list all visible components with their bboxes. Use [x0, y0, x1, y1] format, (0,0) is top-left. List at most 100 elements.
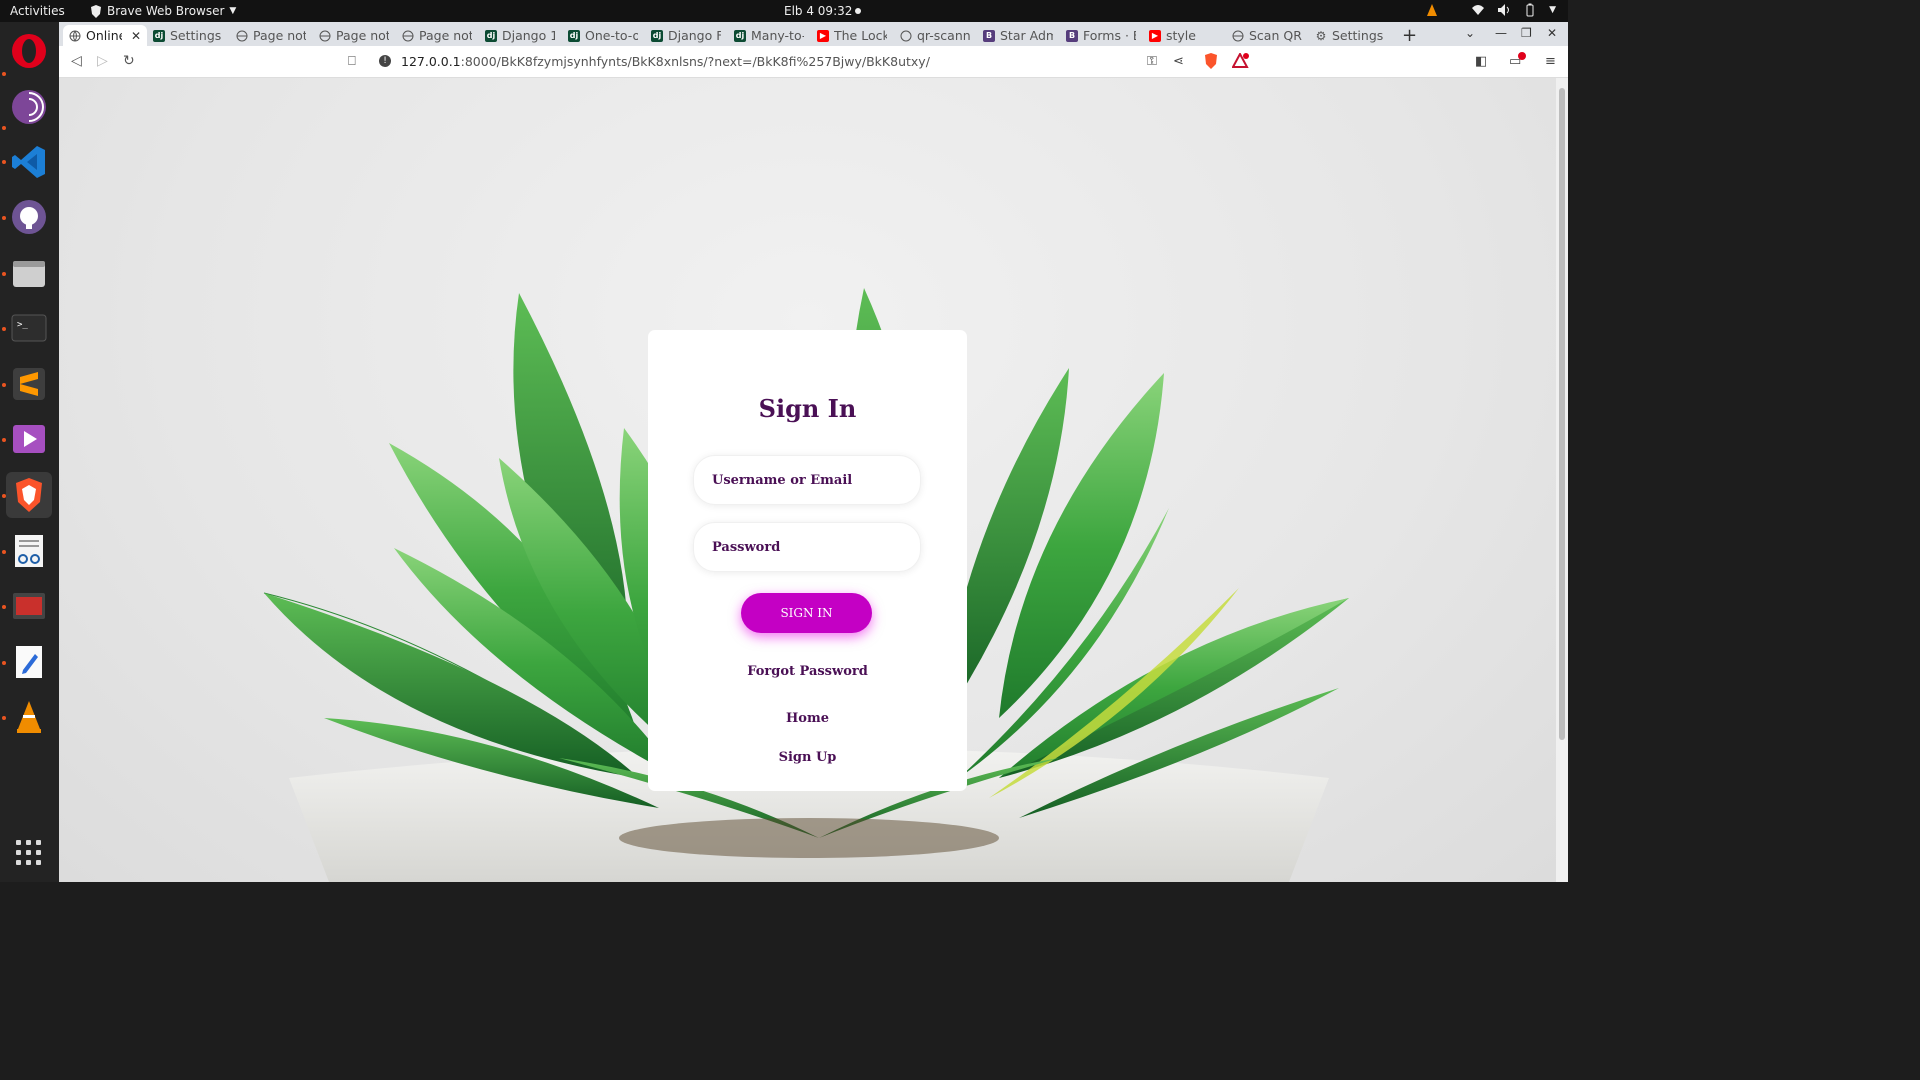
show-apps-icon[interactable]	[16, 840, 42, 866]
django-icon: dj	[651, 29, 663, 42]
tab-label: Settings	[1332, 28, 1384, 43]
address-bar[interactable]: ! 127.0.0.1:8000/BkK8fzymjsynhfynts/BkK8…	[371, 49, 1253, 73]
django-icon: dj	[485, 29, 497, 42]
vlc-icon[interactable]	[6, 694, 52, 740]
reload-icon[interactable]: ↻	[123, 53, 135, 69]
share-icon[interactable]: ⋖	[1173, 54, 1184, 69]
tab-label: Django 1.	[502, 28, 555, 43]
tab-13[interactable]: ▶ style	[1143, 25, 1225, 46]
running-indicator	[2, 494, 6, 498]
document-viewer-icon[interactable]	[6, 528, 52, 574]
tab-11[interactable]: B Star Adm	[977, 25, 1059, 46]
system-tray[interactable]: ▼	[1425, 3, 1556, 17]
text-editor-icon[interactable]	[6, 639, 52, 685]
url-host: 127.0.0.1	[401, 53, 461, 69]
tab-7[interactable]: dj Django F	[645, 25, 727, 46]
scrollbar-thumb[interactable]	[1559, 88, 1565, 740]
running-indicator	[2, 383, 6, 387]
sign-in-button[interactable]: SIGN IN	[741, 593, 872, 633]
password-field[interactable]	[694, 523, 920, 571]
key-icon[interactable]: ⚿	[1147, 54, 1157, 69]
tab-8[interactable]: dj Many-to-	[728, 25, 810, 46]
sublime-text-icon[interactable]	[6, 361, 52, 407]
volume-icon[interactable]	[1497, 3, 1511, 17]
running-indicator	[2, 272, 6, 276]
notification-dot	[855, 8, 861, 14]
tab-0[interactable]: Online ✕	[63, 25, 147, 46]
github-desktop-icon[interactable]	[6, 194, 52, 240]
menu-icon[interactable]: ≡	[1545, 54, 1556, 69]
youtube-icon: ▶	[817, 29, 829, 42]
github-icon	[900, 30, 912, 41]
tab-12[interactable]: B Forms · B	[1060, 25, 1142, 46]
notification-badge	[1518, 52, 1526, 60]
password-field-wrapper	[693, 522, 921, 572]
sidebar-icon[interactable]: ◧	[1475, 54, 1487, 69]
close-icon[interactable]: ✕	[131, 29, 141, 43]
back-icon[interactable]: ◁	[71, 53, 82, 69]
minimize-button[interactable]: —	[1495, 26, 1507, 40]
running-indicator	[2, 438, 6, 442]
terminal-icon[interactable]: >_	[6, 305, 52, 351]
site-info-icon[interactable]: !	[379, 55, 391, 67]
tab-search-chevron-icon[interactable]: ⌄	[1465, 26, 1475, 40]
vlc-tray-icon[interactable]	[1425, 3, 1439, 17]
tab-label: Page not	[253, 28, 306, 43]
tab-label: Page not	[419, 28, 472, 43]
running-indicator	[2, 327, 6, 331]
wifi-icon[interactable]	[1471, 3, 1485, 17]
remote-desktop-icon[interactable]	[6, 583, 52, 629]
username-email-field[interactable]	[694, 456, 920, 504]
globe-icon	[402, 30, 414, 41]
new-tab-button[interactable]: +	[1402, 25, 1417, 46]
maximize-button[interactable]: ❐	[1521, 26, 1532, 40]
brave-icon[interactable]	[6, 472, 52, 518]
bootstrap-icon: B	[983, 29, 995, 42]
page-scrollbar[interactable]	[1556, 78, 1568, 882]
tab-5[interactable]: dj Django 1.	[479, 25, 561, 46]
activities-button[interactable]: Activities	[10, 4, 65, 18]
tab-3[interactable]: Page not	[313, 25, 395, 46]
url-text[interactable]: 127.0.0.1:8000/BkK8fzymjsynhfynts/BkK8xn…	[401, 54, 930, 69]
tab-label: Star Adm	[1000, 28, 1053, 43]
app-menu-label: Brave Web Browser	[107, 4, 225, 18]
sign-up-link[interactable]: Sign Up	[648, 750, 967, 765]
vscode-icon[interactable]	[6, 139, 52, 185]
battery-icon[interactable]	[1523, 3, 1537, 17]
opera-icon[interactable]	[6, 28, 52, 74]
home-link[interactable]: Home	[648, 711, 967, 726]
username-field-wrapper	[693, 455, 921, 505]
tab-6[interactable]: dj One-to-o	[562, 25, 644, 46]
django-icon: dj	[734, 29, 746, 42]
tor-browser-icon[interactable]	[6, 84, 52, 130]
tab-label: The Lock	[834, 28, 887, 43]
app-menu[interactable]: Brave Web Browser ▼	[90, 4, 236, 18]
django-icon: dj	[153, 29, 165, 42]
tab-label: style	[1166, 28, 1196, 43]
tab-4[interactable]: Page not	[396, 25, 478, 46]
running-indicator	[2, 216, 6, 220]
tab-2[interactable]: Page not	[230, 25, 312, 46]
tab-label: Forms · B	[1083, 28, 1136, 43]
video-player-icon[interactable]	[6, 416, 52, 462]
forward-icon[interactable]: ▷	[97, 53, 108, 69]
bookmark-icon[interactable]: ⎕	[348, 54, 356, 69]
gear-icon: ⚙	[1315, 28, 1327, 43]
youtube-icon: ▶	[1149, 29, 1161, 42]
brave-shields-icon[interactable]	[1204, 53, 1218, 69]
tab-10[interactable]: qr-scann	[894, 25, 976, 46]
running-indicator	[2, 661, 6, 665]
tab-14[interactable]: Scan QR	[1226, 25, 1308, 46]
tab-1[interactable]: dj Settings	[147, 25, 229, 46]
running-indicator	[2, 160, 6, 164]
brave-rewards-icon[interactable]	[1232, 53, 1250, 69]
files-icon[interactable]	[6, 250, 52, 296]
clock[interactable]: Elb 4 09:32	[784, 4, 852, 18]
chevron-down-icon[interactable]: ▼	[1549, 5, 1556, 15]
dock: >_	[0, 22, 59, 882]
close-window-button[interactable]: ✕	[1547, 26, 1557, 40]
tab-label: Online	[86, 28, 122, 43]
tab-15[interactable]: ⚙ Settings	[1309, 25, 1393, 46]
tab-9[interactable]: ▶ The Lock	[811, 25, 893, 46]
forgot-password-link[interactable]: Forgot Password	[648, 664, 967, 679]
